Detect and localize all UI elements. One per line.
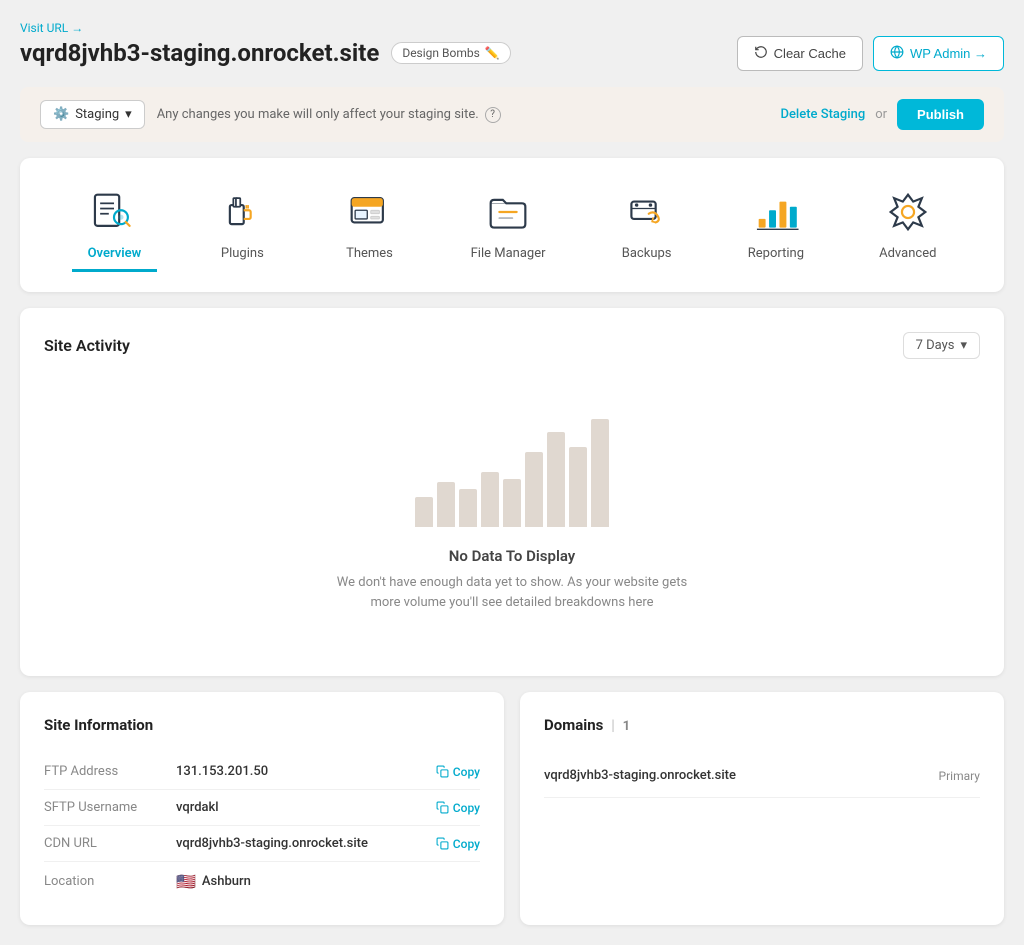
cdn-label: CDN URL bbox=[44, 836, 164, 851]
pencil-icon: ✏️ bbox=[485, 46, 500, 60]
domain-name-1: vqrd8jvhb3-staging.onrocket.site bbox=[544, 768, 736, 783]
ftp-label: FTP Address bbox=[44, 764, 164, 779]
tab-advanced-label: Advanced bbox=[879, 246, 936, 261]
tab-plugins-label: Plugins bbox=[221, 246, 264, 261]
cdn-row: CDN URL vqrd8jvhb3-staging.onrocket.site… bbox=[44, 826, 480, 862]
sftp-row: SFTP Username vqrdakl Copy bbox=[44, 790, 480, 826]
chart-bar-8 bbox=[569, 447, 587, 527]
location-row: Location 🇺🇸 Ashburn bbox=[44, 862, 480, 901]
location-value: 🇺🇸 Ashburn bbox=[176, 872, 480, 891]
activity-empty-state: No Data To Display We don't have enough … bbox=[44, 379, 980, 652]
site-info-title: Site Information bbox=[44, 716, 480, 734]
cdn-value: vqrd8jvhb3-staging.onrocket.site bbox=[176, 836, 424, 851]
chevron-down-icon: ▾ bbox=[125, 107, 132, 122]
chart-bar-2 bbox=[437, 482, 455, 527]
sftp-copy-button[interactable]: Copy bbox=[436, 801, 480, 815]
visit-url-link[interactable]: Visit URL → bbox=[20, 21, 83, 35]
days-select[interactable]: 7 Days ▾ bbox=[903, 332, 980, 359]
tab-reporting[interactable]: Reporting bbox=[732, 178, 820, 272]
design-bombs-badge[interactable]: Design Bombs ✏️ bbox=[391, 42, 510, 64]
tab-backups-label: Backups bbox=[622, 246, 672, 261]
domains-separator: | bbox=[611, 716, 615, 734]
sftp-value: vqrdakl bbox=[176, 800, 424, 815]
nav-tabs: Overview Plugins bbox=[50, 178, 974, 272]
activity-title: Site Activity bbox=[44, 336, 130, 355]
wp-admin-button[interactable]: WP Admin → bbox=[873, 36, 1004, 71]
publish-button[interactable]: Publish bbox=[897, 99, 984, 130]
chart-bar-4 bbox=[481, 472, 499, 527]
tab-backups[interactable]: Backups bbox=[605, 178, 689, 272]
empty-chart bbox=[415, 419, 609, 527]
chevron-down-icon: ▾ bbox=[960, 338, 967, 353]
chart-bar-6 bbox=[525, 452, 543, 527]
gear-icon: ⚙️ bbox=[53, 107, 69, 122]
chart-bar-1 bbox=[415, 497, 433, 527]
wp-admin-label: WP Admin → bbox=[910, 46, 987, 61]
nav-tabs-card: Overview Plugins bbox=[20, 158, 1004, 292]
chart-bar-5 bbox=[503, 479, 521, 527]
ftp-address-row: FTP Address 131.153.201.50 Copy bbox=[44, 754, 480, 790]
cdn-copy-button[interactable]: Copy bbox=[436, 837, 480, 851]
tab-file-manager[interactable]: File Manager bbox=[455, 178, 562, 272]
tab-file-manager-label: File Manager bbox=[471, 246, 546, 261]
days-select-label: 7 Days bbox=[916, 338, 955, 353]
staging-dropdown-label: Staging bbox=[75, 107, 119, 122]
domains-card: Domains | 1 vqrd8jvhb3-staging.onrocket.… bbox=[520, 692, 1004, 925]
us-flag-icon: 🇺🇸 bbox=[176, 872, 196, 891]
tab-reporting-label: Reporting bbox=[748, 246, 804, 261]
publish-label: Publish bbox=[917, 107, 964, 122]
tab-advanced[interactable]: Advanced bbox=[863, 178, 952, 272]
ftp-copy-button[interactable]: Copy bbox=[436, 765, 480, 779]
no-data-text: We don't have enough data yet to show. A… bbox=[332, 573, 692, 612]
domain-row-1: vqrd8jvhb3-staging.onrocket.site Primary bbox=[544, 754, 980, 798]
ftp-value: 131.153.201.50 bbox=[176, 764, 424, 779]
staging-note: Any changes you make will only affect yo… bbox=[157, 107, 501, 123]
wp-icon bbox=[890, 45, 904, 62]
domains-title: Domains | 1 bbox=[544, 716, 630, 734]
or-text: or bbox=[875, 107, 887, 122]
clear-cache-button[interactable]: Clear Cache bbox=[737, 36, 863, 71]
help-icon: ? bbox=[485, 107, 501, 123]
chart-bar-9 bbox=[591, 419, 609, 527]
tab-overview-label: Overview bbox=[88, 246, 142, 261]
site-domain: vqrd8jvhb3-staging.onrocket.site bbox=[20, 39, 379, 67]
tab-themes-label: Themes bbox=[346, 246, 393, 261]
no-data-title: No Data To Display bbox=[449, 547, 576, 565]
chart-bar-7 bbox=[547, 432, 565, 527]
staging-bar: ⚙️ Staging ▾ Any changes you make will o… bbox=[20, 87, 1004, 142]
cache-icon bbox=[754, 45, 768, 62]
activity-card: Site Activity 7 Days ▾ No Data To Displa… bbox=[20, 308, 1004, 676]
domain-badge-1: Primary bbox=[939, 769, 980, 783]
tab-overview[interactable]: Overview bbox=[72, 178, 158, 272]
bottom-cards: Site Information FTP Address 131.153.201… bbox=[20, 692, 1004, 925]
sftp-label: SFTP Username bbox=[44, 800, 164, 815]
domains-count: 1 bbox=[623, 719, 630, 734]
tab-plugins[interactable]: Plugins bbox=[200, 178, 284, 272]
staging-dropdown[interactable]: ⚙️ Staging ▾ bbox=[40, 100, 145, 129]
location-label: Location bbox=[44, 874, 164, 889]
delete-staging-link[interactable]: Delete Staging bbox=[780, 107, 865, 122]
chart-bar-3 bbox=[459, 489, 477, 527]
tab-themes[interactable]: Themes bbox=[327, 178, 411, 272]
clear-cache-label: Clear Cache bbox=[774, 46, 846, 61]
site-info-card: Site Information FTP Address 131.153.201… bbox=[20, 692, 504, 925]
badge-label: Design Bombs bbox=[402, 46, 479, 60]
